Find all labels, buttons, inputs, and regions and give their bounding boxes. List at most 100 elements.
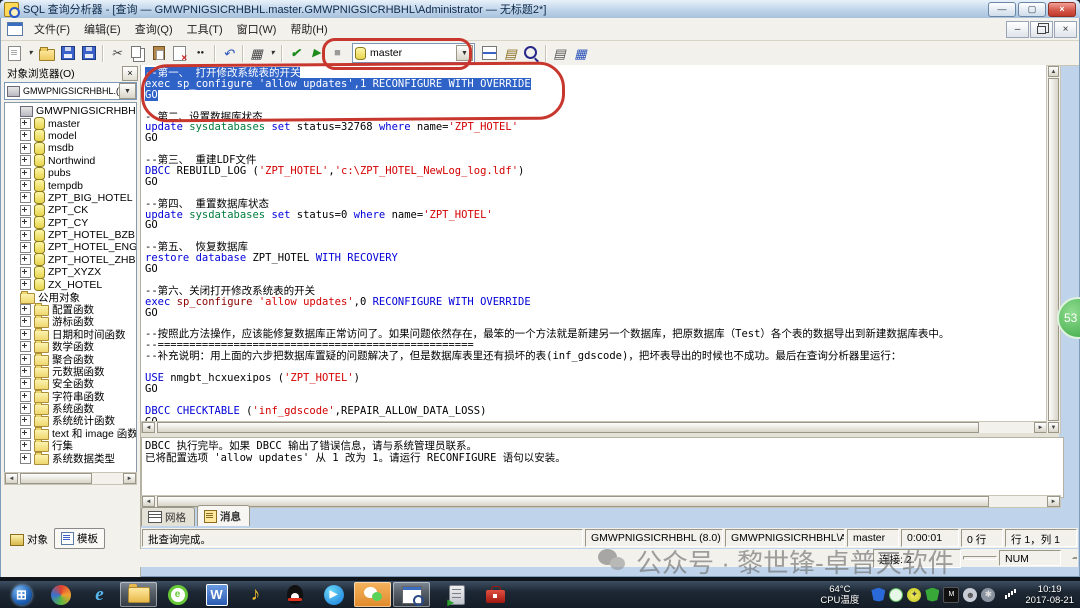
minimize-button[interactable]: — xyxy=(988,2,1016,17)
expand-plus-icon[interactable] xyxy=(20,316,31,327)
taskbar-item-internet-explorer[interactable]: e xyxy=(81,582,118,607)
expand-plus-icon[interactable] xyxy=(20,391,31,402)
sidebar-tab-对象[interactable]: 对象 xyxy=(4,530,54,549)
open-file-button[interactable] xyxy=(36,43,57,64)
tree-item[interactable]: model xyxy=(5,130,136,142)
parse-query-button[interactable] xyxy=(285,43,306,64)
resize-grip[interactable] xyxy=(1063,557,1077,559)
expand-plus-icon[interactable] xyxy=(20,242,31,253)
scroll-up-icon[interactable]: ▲ xyxy=(1048,66,1059,77)
scrollbar-thumb[interactable] xyxy=(157,496,989,507)
tree-item[interactable]: 系统数据类型 xyxy=(5,452,136,464)
scroll-right-icon[interactable]: ► xyxy=(123,473,136,484)
expand-plus-icon[interactable] xyxy=(20,304,31,315)
database-combobox[interactable]: master ▼ xyxy=(352,43,475,63)
menu-item[interactable]: 窗口(W) xyxy=(230,18,284,40)
expand-plus-icon[interactable] xyxy=(20,329,31,340)
expand-plus-icon[interactable] xyxy=(20,366,31,377)
expand-plus-icon[interactable] xyxy=(20,230,31,241)
scrollbar-thumb[interactable] xyxy=(20,473,92,484)
new-caret-button[interactable]: ▾ xyxy=(25,43,36,64)
expand-plus-icon[interactable] xyxy=(20,143,31,154)
menu-item[interactable]: 查询(Q) xyxy=(128,18,180,40)
tree-item[interactable]: master xyxy=(5,117,136,129)
expand-plus-icon[interactable] xyxy=(20,254,31,265)
expand-plus-icon[interactable] xyxy=(20,378,31,389)
undo-button[interactable] xyxy=(218,43,239,64)
settings-tray-icon[interactable]: ✱ xyxy=(981,588,995,602)
expand-plus-icon[interactable] xyxy=(20,180,31,191)
expand-plus-icon[interactable] xyxy=(20,415,31,426)
tree-item[interactable]: GMWPNIGSICRHBHL xyxy=(5,105,136,117)
menu-item[interactable]: 文件(F) xyxy=(27,18,77,40)
taskbar-item-word[interactable]: W xyxy=(198,582,235,607)
chevron-down-icon[interactable]: ▼ xyxy=(119,83,136,99)
scroll-left-icon[interactable]: ◄ xyxy=(5,473,18,484)
defender-shield-icon[interactable] xyxy=(871,588,885,602)
expand-plus-icon[interactable] xyxy=(20,192,31,203)
tree-item[interactable]: ZPT_CY xyxy=(5,217,136,229)
expand-plus-icon[interactable] xyxy=(20,155,31,166)
tree-item[interactable]: ZPT_HOTEL_ZHB xyxy=(5,254,136,266)
tree-item[interactable]: tempdb xyxy=(5,179,136,191)
tree-item[interactable]: ZPT_HOTEL_ENGLISH xyxy=(5,241,136,253)
tree-item[interactable]: ZPT_HOTEL_BZB xyxy=(5,229,136,241)
mdi-restore-button[interactable] xyxy=(1030,21,1053,38)
taskbar-item-music-player[interactable]: ♪ xyxy=(237,582,274,607)
expand-plus-icon[interactable] xyxy=(20,279,31,290)
sql-code-editor[interactable]: --第一、 打开修改系统表的开关exec sp_configure 'allow… xyxy=(141,65,1050,424)
show-results-pane-button[interactable] xyxy=(479,43,500,64)
input-method-icon[interactable]: M xyxy=(943,587,959,603)
antivirus-shield-icon[interactable] xyxy=(925,588,939,602)
scroll-right-icon[interactable]: ► xyxy=(1047,496,1060,507)
new-query-button[interactable] xyxy=(4,43,25,64)
mode-caret-button[interactable]: ▾ xyxy=(267,43,278,64)
execute-query-button[interactable] xyxy=(306,43,327,64)
results-mode-button[interactable] xyxy=(246,43,267,64)
expand-plus-icon[interactable] xyxy=(20,453,31,464)
messages-pane[interactable]: DBCC 执行完毕。如果 DBCC 输出了错误信息，请与系统管理员联系。已将配置… xyxy=(141,437,1064,498)
user-tray-icon[interactable]: ☻ xyxy=(963,588,977,602)
tree-item[interactable]: pubs xyxy=(5,167,136,179)
messages-horizontal-scrollbar[interactable]: ◄ ► xyxy=(141,495,1061,508)
results-tab-消息[interactable]: 消息 xyxy=(197,505,250,526)
tree-item[interactable]: ZPT_XYZX xyxy=(5,266,136,278)
copy-button[interactable] xyxy=(127,43,148,64)
mdi-minimize-button[interactable]: – xyxy=(1006,21,1029,38)
tree-item[interactable]: msdb xyxy=(5,142,136,154)
expand-plus-icon[interactable] xyxy=(20,168,31,179)
close-button[interactable]: × xyxy=(1048,2,1076,17)
chevron-down-icon[interactable]: ▼ xyxy=(456,45,473,61)
expand-plus-icon[interactable] xyxy=(20,341,31,352)
object-search-button[interactable] xyxy=(521,43,542,64)
taskbar-item-toolbox-app[interactable] xyxy=(477,582,514,607)
taskbar-item-qq[interactable] xyxy=(276,582,313,607)
expand-plus-icon[interactable] xyxy=(20,403,31,414)
taskbar-item-browser-360[interactable]: e xyxy=(159,582,196,607)
sidebar-horizontal-scrollbar[interactable]: ◄ ► xyxy=(4,472,137,485)
taskbar-item-pinwheel-app[interactable] xyxy=(42,582,79,607)
editor-vertical-scrollbar[interactable]: ▲ ▼ xyxy=(1046,65,1061,434)
server-combobox[interactable]: GMWPNIGSICRHBHL.(GMW ▼ xyxy=(4,82,137,100)
network-signal-icon[interactable] xyxy=(999,588,1013,602)
object-browser-button[interactable] xyxy=(500,43,521,64)
sidebar-tab-模板[interactable]: 模板 xyxy=(54,528,105,549)
tree-item[interactable]: ZPT_BIG_HOTEL xyxy=(5,192,136,204)
clear-window-button[interactable] xyxy=(169,43,190,64)
results-tab-网格[interactable]: 网格 xyxy=(141,507,195,526)
chat-tray-icon[interactable] xyxy=(889,588,903,602)
tree-item[interactable]: Northwind xyxy=(5,155,136,167)
scroll-left-icon[interactable]: ◄ xyxy=(142,422,155,433)
expand-plus-icon[interactable] xyxy=(20,354,31,365)
taskbar-item-start-button[interactable]: ⊞ xyxy=(3,582,40,607)
object-browser-close-button[interactable]: × xyxy=(122,66,138,81)
taskbar-item-db-server-tool[interactable] xyxy=(438,582,475,607)
expand-plus-icon[interactable] xyxy=(20,130,31,141)
menu-item[interactable]: 工具(T) xyxy=(180,18,230,40)
taskbar-item-tencent-video[interactable]: ▶ xyxy=(315,582,352,607)
save-button[interactable] xyxy=(57,43,78,64)
expand-plus-icon[interactable] xyxy=(20,428,31,439)
scroll-down-icon[interactable]: ▼ xyxy=(1048,422,1059,433)
menu-item[interactable]: 帮助(H) xyxy=(283,18,334,40)
paste-button[interactable] xyxy=(148,43,169,64)
